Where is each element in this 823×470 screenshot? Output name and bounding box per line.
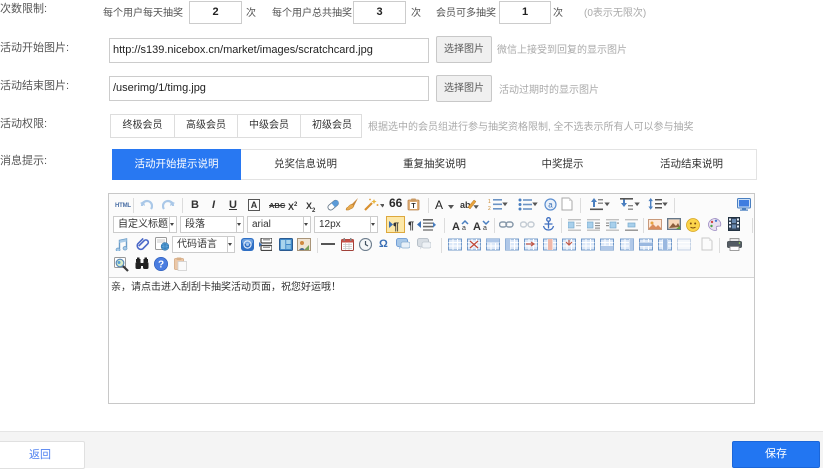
svg-text:?: ? xyxy=(158,260,164,271)
svg-text:T: T xyxy=(411,203,416,210)
svg-text:1: 1 xyxy=(488,199,491,205)
svg-text:A: A xyxy=(452,221,460,231)
svg-text:a: a xyxy=(548,201,553,210)
svg-text:a: a xyxy=(462,225,466,231)
svg-text:¶: ¶ xyxy=(408,220,414,231)
svg-text:A: A xyxy=(473,221,481,231)
svg-text:2: 2 xyxy=(488,206,491,211)
svg-text:¶: ¶ xyxy=(393,221,399,232)
svg-text:a: a xyxy=(483,225,487,231)
